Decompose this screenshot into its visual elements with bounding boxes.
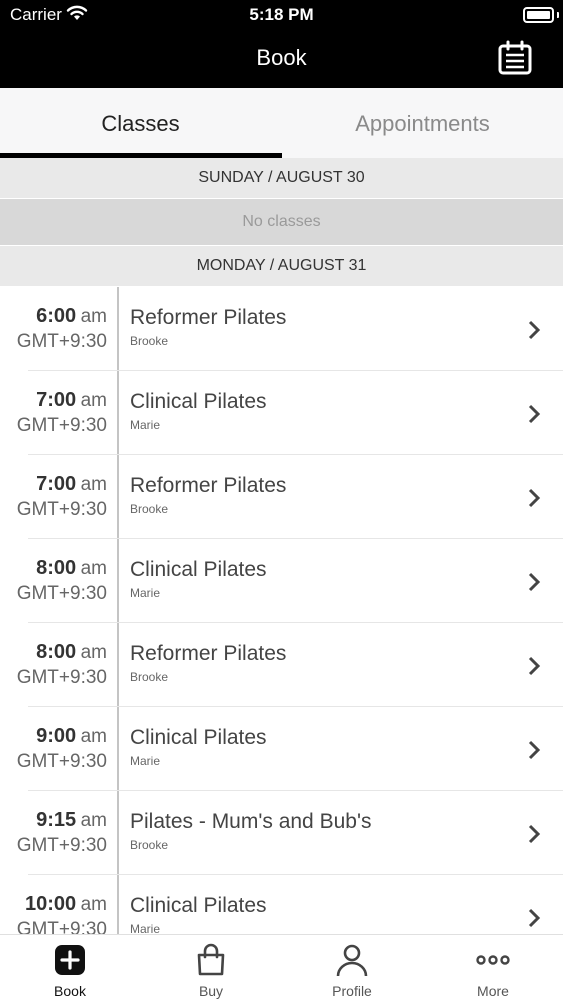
chevron-right-icon <box>528 656 541 676</box>
battery-tip <box>557 12 559 18</box>
class-name: Reformer Pilates <box>130 642 287 665</box>
class-name: Clinical Pilates <box>130 726 267 749</box>
class-instructor: Marie <box>130 754 161 768</box>
tab-profile-label: Profile <box>332 983 372 999</box>
navigation-bar: Book <box>0 30 563 88</box>
shopping-bag-icon <box>197 943 225 976</box>
class-instructor: Brooke <box>130 334 169 348</box>
chevron-right-icon <box>528 404 541 424</box>
calendar-list-icon[interactable] <box>497 40 533 76</box>
class-time: 8:00 am <box>36 641 107 664</box>
class-row[interactable]: 10:00 am GMT+9:30 Clinical Pilates Marie <box>0 875 563 934</box>
class-timezone: GMT+9:30 <box>16 415 107 436</box>
class-name: Pilates - Mum's and Bub's <box>130 810 372 833</box>
class-row[interactable]: 6:00 am GMT+9:30 Reformer Pilates Brooke <box>0 287 563 371</box>
class-time-hm: 8:00 <box>36 557 77 579</box>
class-time: 9:15 am <box>36 809 107 832</box>
class-timezone: GMT+9:30 <box>16 751 107 772</box>
class-row[interactable]: 7:00 am GMT+9:30 Clinical Pilates Marie <box>0 371 563 455</box>
class-row[interactable]: 8:00 am GMT+9:30 Reformer Pilates Brooke <box>0 623 563 707</box>
more-dots-icon <box>476 955 510 965</box>
day-header-monday: MONDAY / AUGUST 31 <box>0 246 563 286</box>
tab-buy-label: Buy <box>198 983 224 999</box>
bottom-tab-bar: Book Buy Profile More <box>0 934 563 1001</box>
class-time-ampm: am <box>80 642 107 663</box>
plus-square-icon <box>55 945 85 975</box>
chevron-right-icon <box>528 320 541 340</box>
class-instructor: Marie <box>130 586 161 600</box>
class-row[interactable]: 7:00 am GMT+9:30 Reformer Pilates Brooke <box>0 455 563 539</box>
class-time: 8:00 am <box>36 557 107 580</box>
day-header-sunday: SUNDAY / AUGUST 30 <box>0 158 563 198</box>
status-bar: Carrier 5:18 PM <box>0 0 563 30</box>
class-time: 10:00 am <box>25 893 107 916</box>
class-instructor: Brooke <box>130 670 169 684</box>
class-list: 6:00 am GMT+9:30 Reformer Pilates Brooke… <box>0 287 563 934</box>
class-instructor: Brooke <box>130 838 169 852</box>
tab-more-label: More <box>477 983 509 999</box>
chevron-right-icon <box>528 572 541 592</box>
class-timezone: GMT+9:30 <box>16 667 107 688</box>
battery-icon <box>523 7 554 23</box>
person-icon <box>336 944 368 977</box>
class-time: 7:00 am <box>36 473 107 496</box>
class-time-ampm: am <box>80 474 107 495</box>
class-name: Clinical Pilates <box>130 558 267 581</box>
class-instructor: Brooke <box>130 502 169 516</box>
class-time-ampm: am <box>80 726 107 747</box>
class-timezone: GMT+9:30 <box>16 835 107 856</box>
clock: 5:18 PM <box>249 5 314 24</box>
tab-appointments[interactable]: Appointments <box>282 88 563 158</box>
chevron-right-icon <box>528 908 541 928</box>
class-time-hm: 7:00 <box>36 389 77 411</box>
class-name: Reformer Pilates <box>130 474 287 497</box>
class-timezone: GMT+9:30 <box>16 583 107 604</box>
class-time-hm: 7:00 <box>36 473 77 495</box>
chevron-right-icon <box>528 824 541 844</box>
page-title: Book <box>256 45 307 70</box>
class-timezone: GMT+9:30 <box>16 919 107 934</box>
class-row[interactable]: 9:15 am GMT+9:30 Pilates - Mum's and Bub… <box>0 791 563 875</box>
class-time: 9:00 am <box>36 725 107 748</box>
segmented-tabs: Classes Appointments <box>0 88 563 158</box>
tab-classes[interactable]: Classes <box>0 88 281 158</box>
class-time-ampm: am <box>80 558 107 579</box>
class-time-hm: 9:15 <box>36 809 77 831</box>
class-time-hm: 8:00 <box>36 641 77 663</box>
class-instructor: Marie <box>130 922 161 934</box>
class-timezone: GMT+9:30 <box>16 499 107 520</box>
class-name: Clinical Pilates <box>130 390 267 413</box>
tab-more[interactable]: More <box>423 935 563 1001</box>
class-row[interactable]: 9:00 am GMT+9:30 Clinical Pilates Marie <box>0 707 563 791</box>
tab-book-label: Book <box>54 983 86 999</box>
chevron-right-icon <box>528 740 541 760</box>
tab-profile[interactable]: Profile <box>282 935 422 1001</box>
class-timezone: GMT+9:30 <box>16 331 107 352</box>
class-time: 6:00 am <box>36 305 107 328</box>
class-time: 7:00 am <box>36 389 107 412</box>
class-name: Clinical Pilates <box>130 894 267 917</box>
class-name: Reformer Pilates <box>130 306 287 329</box>
class-instructor: Marie <box>130 418 161 432</box>
class-time-hm: 6:00 <box>36 305 77 327</box>
class-time-ampm: am <box>80 390 107 411</box>
class-time-hm: 9:00 <box>36 725 77 747</box>
tab-buy[interactable]: Buy <box>141 935 281 1001</box>
class-time-ampm: am <box>80 810 107 831</box>
class-time-hm: 10:00 <box>24 893 77 915</box>
chevron-right-icon <box>528 488 541 508</box>
class-time-ampm: am <box>80 306 107 327</box>
no-classes-message: No classes <box>0 199 563 245</box>
class-time-ampm: am <box>80 894 107 915</box>
tab-book[interactable]: Book <box>0 935 140 1001</box>
class-row[interactable]: 8:00 am GMT+9:30 Clinical Pilates Marie <box>0 539 563 623</box>
